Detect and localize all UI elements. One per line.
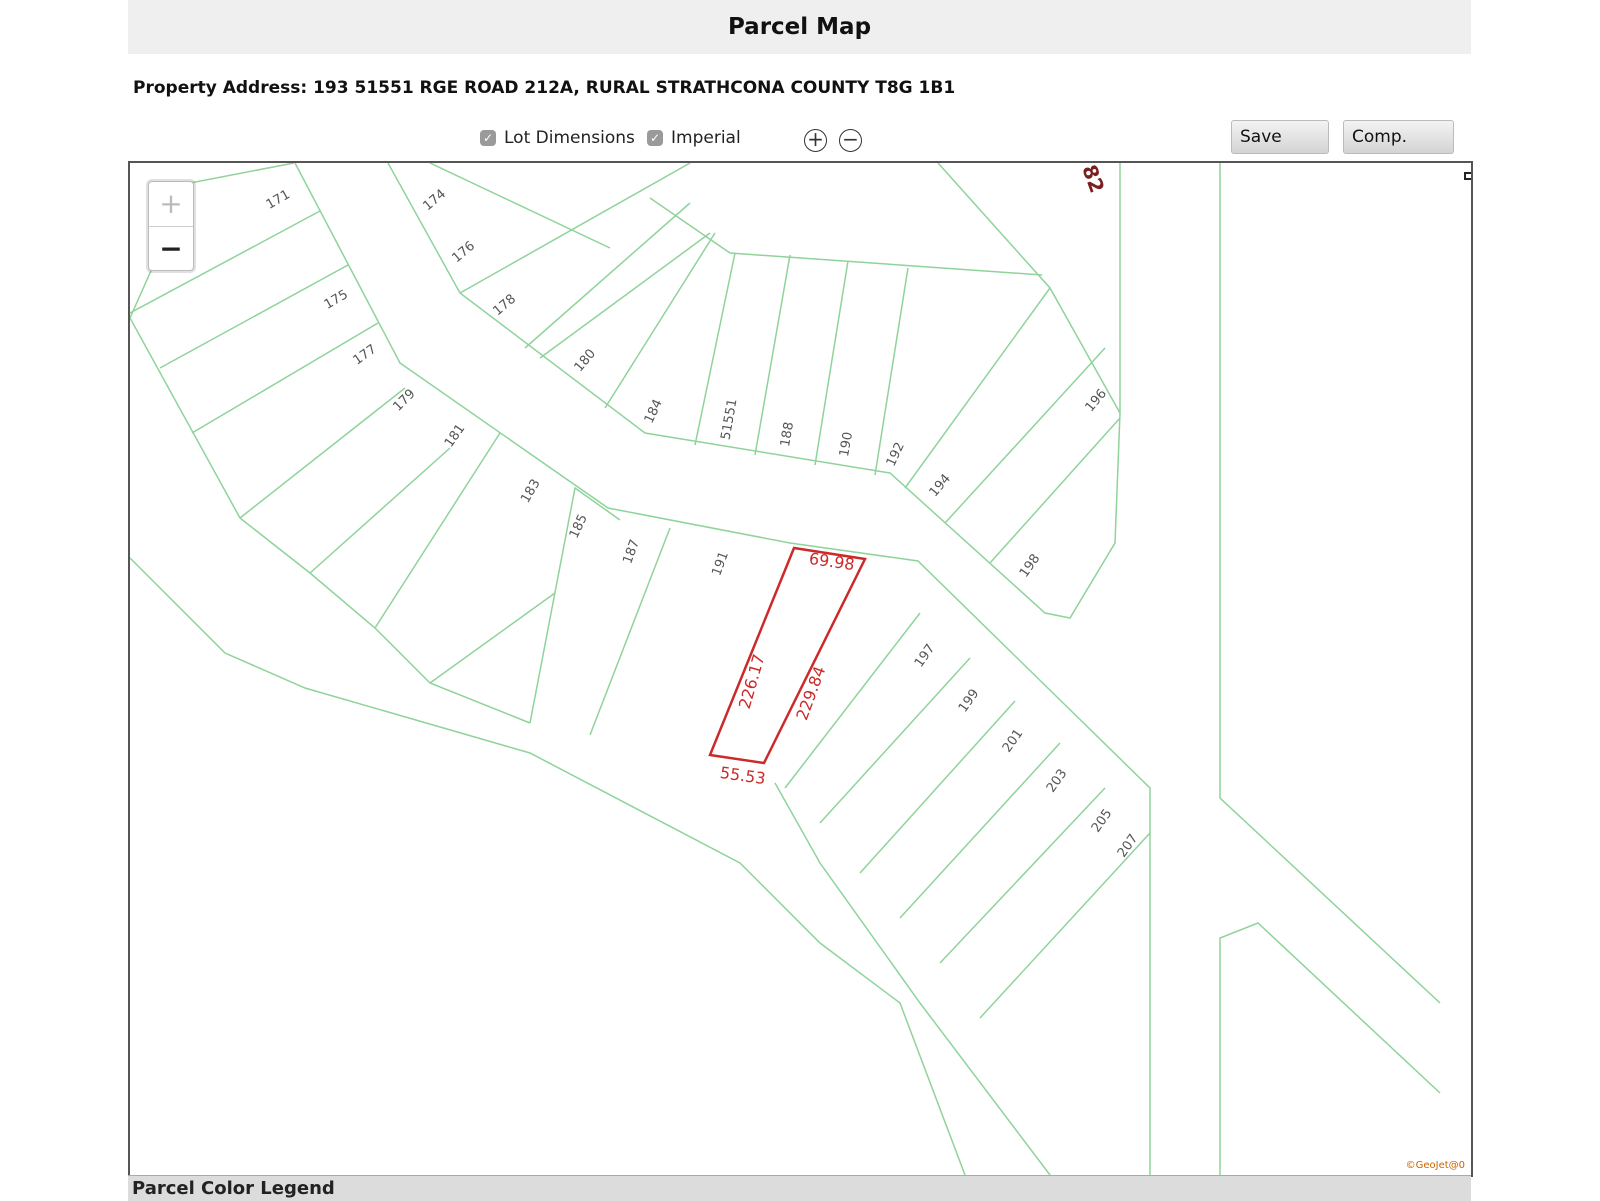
lot-dimensions-label[interactable]: Lot Dimensions [504, 128, 635, 148]
comp-map-button[interactable]: Comp. Map [1343, 120, 1454, 179]
parcel-boundaries [130, 163, 1441, 1175]
legend-title: Parcel Color Legend [132, 1178, 335, 1199]
parcel-lines: 171 174 176 175 177 178 180 179 181 184 … [130, 163, 1441, 1175]
property-address: Property Address: 193 51551 RGE ROAD 212… [133, 78, 956, 98]
parcel-color-legend[interactable]: Parcel Color Legend [128, 1175, 1471, 1201]
lot-label: 181 [442, 422, 469, 451]
lot-label: 205 [1089, 807, 1116, 836]
zoom-in-circle-icon[interactable]: + [804, 129, 827, 152]
map-canvas[interactable]: 171 174 176 175 177 178 180 179 181 184 … [128, 161, 1473, 1177]
lot-label: 192 [884, 440, 908, 469]
lot-label: 196 [1083, 386, 1110, 415]
offscreen-lot-label: 82 [1077, 163, 1109, 196]
subject-parcel-outline [708, 546, 867, 765]
lot-label: 185 [567, 512, 591, 541]
imperial-option[interactable]: ✓ Imperial [647, 128, 741, 148]
lot-label: 176 [449, 239, 478, 266]
lot-label: 177 [351, 342, 380, 369]
lot-label: 198 [1017, 552, 1044, 581]
lot-label: 175 [322, 287, 351, 312]
map-zoom-in-button[interactable]: + [149, 182, 193, 227]
lot-label: 191 [709, 550, 732, 578]
map-zoom-control: + − [148, 181, 194, 271]
dimension-top: 69.98 [808, 549, 856, 574]
map-credit: ©GeoJet@0 [1405, 1160, 1465, 1171]
lot-label: 199 [956, 687, 983, 716]
map-zoom-out-button[interactable]: − [149, 227, 193, 271]
lot-label: 174 [420, 187, 449, 214]
lot-label: 51551 [719, 398, 741, 441]
lot-label: 187 [620, 538, 643, 566]
lot-label: 184 [642, 397, 666, 426]
lot-dimensions-option[interactable]: ✓ Lot Dimensions [480, 128, 635, 148]
parcel-map-panel: Parcel Map Property Address: 193 51551 R… [128, 0, 1473, 1201]
lot-label: 201 [1000, 727, 1027, 756]
lot-dimensions-checkbox[interactable]: ✓ [480, 130, 496, 146]
lot-label: 188 [778, 421, 797, 448]
zoom-out-circle-icon[interactable]: − [839, 129, 862, 152]
save-map-button[interactable]: Save Map [1231, 120, 1329, 179]
lot-label: 171 [264, 187, 293, 212]
lot-label: 183 [518, 477, 543, 506]
imperial-checkbox[interactable]: ✓ [647, 130, 663, 146]
dimension-bottom: 55.53 [719, 763, 767, 788]
lot-label: 203 [1044, 767, 1071, 796]
lot-label: 197 [912, 642, 939, 671]
page-title: Parcel Map [727, 14, 872, 40]
imperial-label[interactable]: Imperial [671, 128, 741, 148]
lot-label: 194 [927, 471, 954, 500]
lot-label: 180 [572, 346, 599, 375]
lot-label: 178 [490, 292, 519, 319]
title-bar: Parcel Map [128, 0, 1471, 54]
lot-label: 190 [837, 431, 856, 458]
lot-label: 179 [390, 386, 418, 414]
